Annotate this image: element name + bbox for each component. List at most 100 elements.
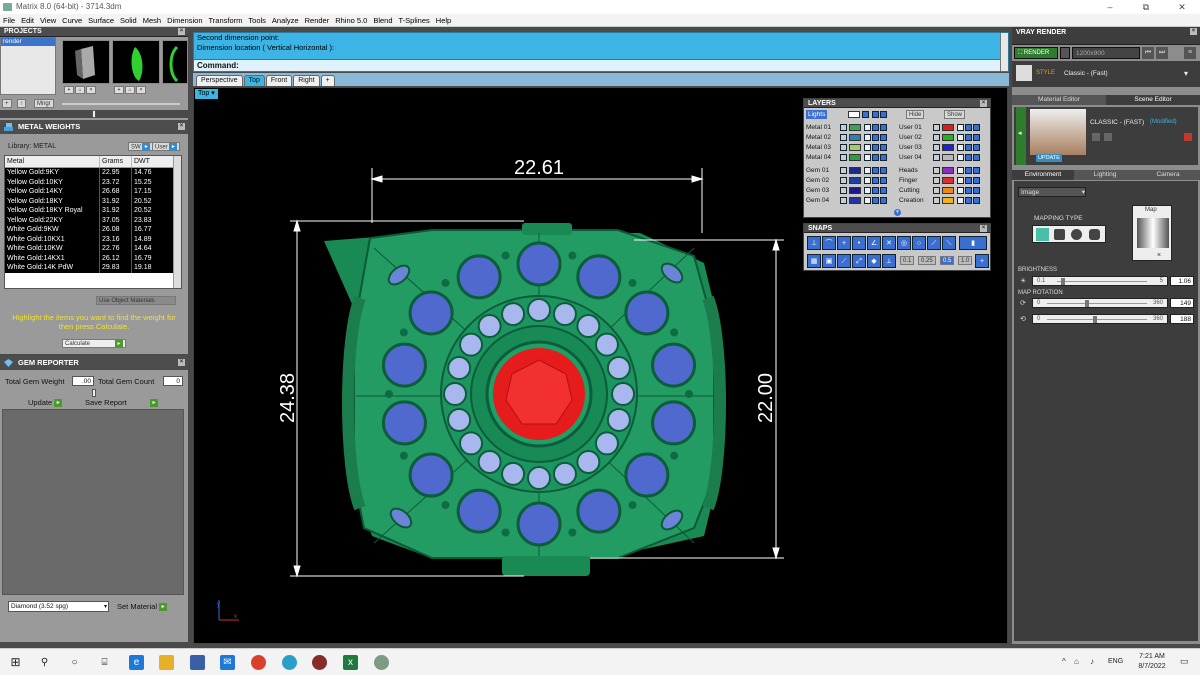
layer-select-icon[interactable] <box>880 167 887 174</box>
layer-select-icon[interactable] <box>880 144 887 151</box>
library-icon[interactable] <box>1104 133 1112 141</box>
tab-add[interactable]: + <box>320 75 335 86</box>
table-row[interactable]: White Gold:9KW 26.08 16.77 <box>5 225 181 235</box>
command-scrollbar[interactable] <box>1000 33 1008 71</box>
layer-name[interactable]: Gem 03 <box>806 186 829 195</box>
tab-right[interactable]: Right <box>293 75 320 86</box>
planar-icon[interactable]: ⟋ <box>837 254 851 268</box>
layer-name[interactable]: Metal 02 <box>806 133 831 142</box>
layer-menu-icon[interactable] <box>840 124 847 131</box>
user-button[interactable]: User ▸ <box>152 142 181 151</box>
close-icon[interactable]: × <box>980 100 987 107</box>
menu-solid[interactable]: Solid <box>120 16 137 25</box>
layer-lock-icon[interactable] <box>864 154 871 161</box>
layer-lock-icon[interactable] <box>864 144 871 151</box>
layer-color-swatch[interactable] <box>942 144 954 151</box>
layer-visible-icon[interactable] <box>872 177 879 184</box>
layer-visible[interactable] <box>880 111 887 118</box>
layer-menu-icon[interactable] <box>933 187 940 194</box>
table-row[interactable]: Yellow Gold:22KY 37.05 23.83 <box>5 215 181 225</box>
layer-lock-icon[interactable] <box>957 197 964 204</box>
snap-value-1-0[interactable]: 1.0 <box>958 256 973 265</box>
up-button[interactable]: ↑ <box>17 99 26 108</box>
layer-name[interactable]: User 03 <box>899 143 922 152</box>
close-button[interactable]: ✕ <box>1164 0 1200 14</box>
map-preview[interactable]: Map × <box>1132 205 1172 261</box>
layer-name[interactable]: Gem 02 <box>806 176 829 185</box>
snap-value-0-5[interactable]: 0.5 <box>940 256 955 265</box>
remove-map-icon[interactable]: × <box>1157 252 1161 259</box>
viewport-label[interactable]: Top ▾ <box>195 89 218 99</box>
layer-visible-icon[interactable] <box>872 134 879 141</box>
layer-select-icon[interactable] <box>973 154 980 161</box>
table-row[interactable]: White Gold:14KX1 26.12 16.79 <box>5 253 181 263</box>
layer-lock[interactable] <box>872 111 879 118</box>
snap-point-icon[interactable]: + <box>837 236 851 250</box>
update-preset-button[interactable]: UPDATE <box>1036 154 1062 162</box>
layer-lock-icon[interactable] <box>864 177 871 184</box>
project-thumbnail[interactable] <box>62 40 110 84</box>
layer-color-swatch[interactable] <box>849 144 861 151</box>
expand-icon[interactable]: ▾ <box>894 209 901 216</box>
layer-name[interactable]: Gem 04 <box>806 196 829 205</box>
mngr-button[interactable]: Mngr <box>34 99 54 108</box>
update-button[interactable]: Update ▸ <box>28 398 63 408</box>
menu-render[interactable]: Render <box>305 16 330 25</box>
save-preset-icon[interactable] <box>1092 133 1100 141</box>
layer-lock-icon[interactable] <box>864 124 871 131</box>
set-material-button[interactable]: Set Material ▸ <box>117 602 168 612</box>
snap-perp-icon[interactable]: ◎ <box>897 236 911 250</box>
layer-visible-icon[interactable] <box>965 197 972 204</box>
layer-lock-icon[interactable] <box>957 134 964 141</box>
save-report-button[interactable]: Save Report <box>85 398 127 407</box>
layer-select-icon[interactable] <box>973 167 980 174</box>
brightness-slider[interactable]: 0.1 5 <box>1032 276 1168 286</box>
menu-tools[interactable]: Tools <box>248 16 266 25</box>
layer-name[interactable]: User 04 <box>899 153 922 162</box>
maximize-button[interactable]: ⧉ <box>1128 0 1164 14</box>
mapping-dome-icon[interactable] <box>1089 229 1100 240</box>
close-icon[interactable]: × <box>980 225 987 232</box>
volume-icon[interactable]: ♪ <box>1090 657 1094 666</box>
thumb-size-slider[interactable] <box>62 103 180 105</box>
table-row[interactable]: White Gold:10KX1 23.16 14.89 <box>5 234 181 244</box>
mapping-sphere-icon[interactable] <box>1071 229 1082 240</box>
snap-quad-icon[interactable]: ⟋ <box>927 236 941 250</box>
table-scrollbar[interactable] <box>173 156 181 288</box>
layer-color-swatch[interactable] <box>849 154 861 161</box>
layer-lock-icon[interactable] <box>864 167 871 174</box>
tab-material-editor[interactable]: Material Editor <box>1012 95 1106 105</box>
rot1-value[interactable]: 149 <box>1170 298 1194 308</box>
col-dwt[interactable]: DWT <box>131 156 171 167</box>
notifications-icon[interactable]: ▭ <box>1180 656 1189 667</box>
rot1-knob[interactable] <box>1085 300 1089 307</box>
task-view-icon[interactable]: ○ <box>67 655 82 670</box>
layer-name[interactable]: Heads <box>899 166 918 175</box>
search-icon[interactable]: ⚲ <box>37 655 52 670</box>
lights-layer[interactable]: Lights <box>806 110 828 119</box>
layer-name[interactable]: Metal 01 <box>806 123 831 132</box>
table-row[interactable]: Yellow Gold:18KY Royal 31.92 20.52 <box>5 206 181 216</box>
layer-color-swatch[interactable] <box>849 134 861 141</box>
gumball-icon[interactable]: ⟂ <box>882 254 896 268</box>
calculate-button[interactable]: Calculate ▸ <box>62 339 126 348</box>
layer-name[interactable]: User 02 <box>899 133 922 142</box>
snap-tan-icon[interactable]: ○ <box>912 236 926 250</box>
snap-cen-icon[interactable]: ∠ <box>867 236 881 250</box>
layer-name[interactable]: User 01 <box>899 123 922 132</box>
network-icon[interactable]: ⌂ <box>1074 657 1079 666</box>
menu-analyze[interactable]: Analyze <box>272 16 299 25</box>
menu-transform[interactable]: Transform <box>209 16 243 25</box>
layer-visible-icon[interactable] <box>872 187 879 194</box>
menu-surface[interactable]: Surface <box>88 16 114 25</box>
layer-menu-icon[interactable] <box>933 167 940 174</box>
snap-value-0-25[interactable]: 0.25 <box>918 256 936 265</box>
layer-visible-icon[interactable] <box>965 154 972 161</box>
layer-menu-icon[interactable] <box>840 197 847 204</box>
use-object-materials-select[interactable]: Use Object Materials <box>96 296 176 305</box>
close-icon[interactable]: × <box>178 359 185 366</box>
layer-menu-icon[interactable] <box>840 134 847 141</box>
layer-select-icon[interactable] <box>973 197 980 204</box>
layer-visible-icon[interactable] <box>965 144 972 151</box>
table-row[interactable]: Yellow Gold:9KY 22.95 14.76 <box>5 168 181 178</box>
